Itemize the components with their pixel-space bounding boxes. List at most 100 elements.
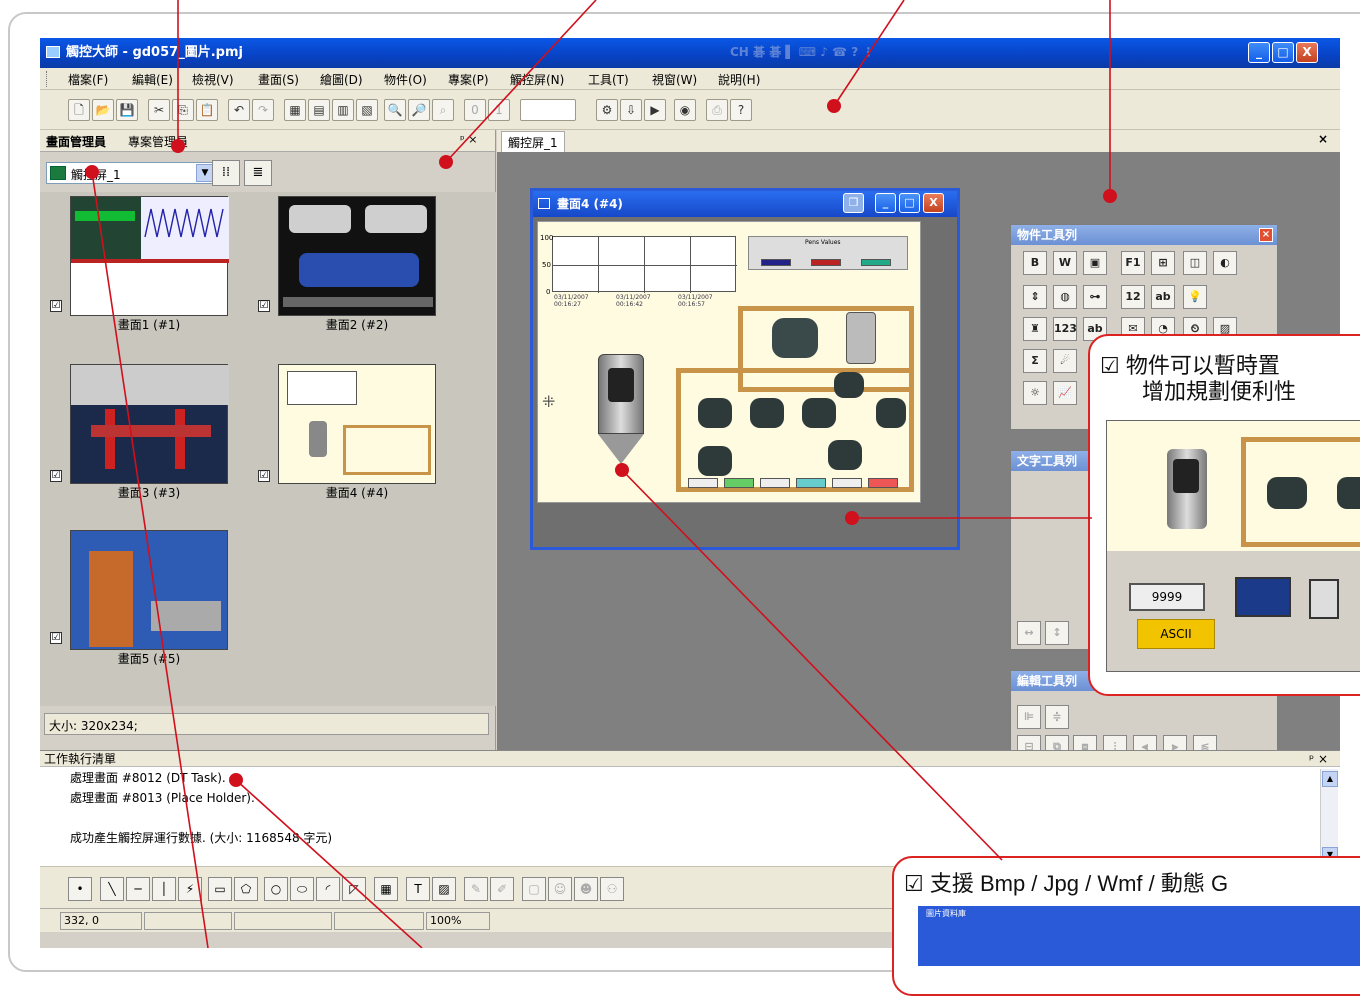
copy-icon[interactable]: ⎘ xyxy=(172,99,194,121)
maximize-button[interactable]: □ xyxy=(1272,42,1294,63)
tank[interactable] xyxy=(846,312,876,364)
title-bar[interactable]: 觸控大師 - gd057_圖片.pmj CH 碁 碁 ▌ ⌨ ♪ ☎ ? ⋮ _… xyxy=(40,38,1340,68)
zoom-reset-icon[interactable]: ⌕ xyxy=(432,99,454,121)
pens-values-box[interactable]: Pens Values xyxy=(748,236,908,270)
output-scrollbar[interactable]: ▲ ▼ xyxy=(1320,769,1338,865)
list-view-icon[interactable]: ≣ xyxy=(244,160,272,186)
vertical-align-icon[interactable]: ↕ xyxy=(1045,621,1069,645)
picture-tool-icon[interactable]: ▨ xyxy=(432,877,456,901)
menu-object[interactable]: 物件(O) xyxy=(384,71,427,88)
copy-screen-icon[interactable]: ▤ xyxy=(308,99,330,121)
menu-view[interactable]: 檢視(V) xyxy=(192,71,234,88)
print-icon[interactable]: ⎙ xyxy=(706,99,728,121)
compile-icon[interactable]: ⚙ xyxy=(596,99,618,121)
undo-icon[interactable]: ↶ xyxy=(228,99,250,121)
motor[interactable] xyxy=(876,398,906,428)
sum-icon[interactable]: Σ xyxy=(1023,349,1047,373)
thumbnail-view-icon[interactable]: ⁞⁞ xyxy=(212,160,240,186)
menu-draw[interactable]: 繪圖(D) xyxy=(320,71,363,88)
state-on-icon[interactable]: 1 xyxy=(488,99,510,121)
up-down-icon[interactable]: ⇕ xyxy=(1023,285,1047,309)
minimize-child-button[interactable]: _ xyxy=(875,193,896,213)
grid-tool-icon[interactable]: ▦ xyxy=(374,877,398,901)
motor[interactable] xyxy=(698,398,732,428)
motor[interactable] xyxy=(834,372,864,398)
polygon-tool-icon[interactable]: ⬠ xyxy=(234,877,258,901)
menu-tools[interactable]: 工具(T) xyxy=(588,71,629,88)
close-child-button[interactable]: X xyxy=(923,193,944,213)
user-tool-icon[interactable]: ☺ xyxy=(548,877,572,901)
close-button[interactable]: X xyxy=(1296,42,1318,63)
add-screen-icon[interactable]: ▦ xyxy=(284,99,306,121)
arc-tool-icon[interactable]: ◜ xyxy=(316,877,340,901)
trend-icon[interactable]: 📈 xyxy=(1053,381,1077,405)
touch-panel-select[interactable]: 觸控屏_1 ▼ xyxy=(46,162,216,184)
child-title-bar[interactable]: 畫面4 (#4) ❐ _ □ X xyxy=(533,191,957,217)
horizontal-align-icon[interactable]: ↔ xyxy=(1017,621,1041,645)
function-key-icon[interactable]: F1 xyxy=(1121,251,1145,275)
pin-close-icon[interactable]: ᵖ × xyxy=(460,133,477,146)
screen-thumb-3[interactable] xyxy=(70,364,229,484)
pin-close-icon[interactable]: ᵖ × xyxy=(1309,751,1328,767)
vline-tool-icon[interactable]: │ xyxy=(152,877,176,901)
selector-icon[interactable]: ⊶ xyxy=(1083,285,1107,309)
recipe-icon[interactable]: ♜ xyxy=(1023,317,1047,341)
lamp-switch-icon[interactable]: ◍ xyxy=(1053,285,1077,309)
motor[interactable] xyxy=(828,440,862,470)
rectangle-tool-icon[interactable]: ▭ xyxy=(208,877,232,901)
checkbox-icon[interactable]: ☑ xyxy=(258,300,270,312)
animation-icon[interactable]: ☄ xyxy=(1053,349,1077,373)
ellipse-tool-icon[interactable]: ⬭ xyxy=(290,877,314,901)
download-icon[interactable]: ⇩ xyxy=(620,99,642,121)
group-users-icon[interactable]: ⚇ xyxy=(600,877,624,901)
grip-handle[interactable] xyxy=(46,71,49,87)
help-icon[interactable]: ? xyxy=(730,99,752,121)
new-file-icon[interactable]: 🗋 xyxy=(68,99,90,121)
line-tool-icon[interactable]: ╲ xyxy=(100,877,124,901)
checkbox-icon[interactable]: ☑ xyxy=(50,632,62,644)
zoom-in-icon[interactable]: 🔍 xyxy=(384,99,406,121)
grid-object-icon[interactable]: ⊞ xyxy=(1151,251,1175,275)
knob-object-icon[interactable]: ◐ xyxy=(1213,251,1237,275)
open-folder-icon[interactable]: 📂 xyxy=(92,99,114,121)
screen-thumb-1[interactable] xyxy=(70,196,229,316)
text-display-icon[interactable]: ab xyxy=(1151,285,1175,309)
frame-tool-icon[interactable]: ▢ xyxy=(522,877,546,901)
paste-icon[interactable]: 📋 xyxy=(196,99,218,121)
tab-touch-panel-1[interactable]: 觸控屏_1 xyxy=(501,131,565,152)
screen-canvas[interactable]: 100 50 0 03/11/2007 00:16:27 03/11/2007 … xyxy=(537,221,921,503)
simulate-icon[interactable]: ◉ xyxy=(674,99,696,121)
cut-icon[interactable]: ✂ xyxy=(148,99,170,121)
screen-4-window[interactable]: 畫面4 (#4) ❐ _ □ X 100 50 0 03/11/2007 00:… xyxy=(530,188,960,550)
minimize-button[interactable]: _ xyxy=(1248,42,1270,63)
word-button-icon[interactable]: W xyxy=(1053,251,1077,275)
numeric-display-icon[interactable]: 12 xyxy=(1121,285,1145,309)
close-tab-icon[interactable]: × xyxy=(1318,132,1328,146)
ime-toolbar[interactable]: CH 碁 碁 ▌ ⌨ ♪ ☎ ? ⋮ xyxy=(730,42,874,62)
polyline-tool-icon[interactable]: ⚡ xyxy=(178,877,202,901)
close-icon[interactable]: × xyxy=(1259,228,1273,242)
restore-icon[interactable]: ❐ xyxy=(843,193,864,213)
screen-list-icon[interactable]: ▧ xyxy=(356,99,378,121)
screen-thumb-4[interactable] xyxy=(278,364,436,484)
dot-tool-icon[interactable]: • xyxy=(68,877,92,901)
checkbox-icon[interactable]: ☑ xyxy=(258,470,270,482)
state-combo[interactable] xyxy=(520,99,576,121)
gauge-icon[interactable]: ☼ xyxy=(1023,381,1047,405)
menu-touch-panel[interactable]: 觸控屏(N) xyxy=(510,71,564,88)
pen-tool-icon[interactable]: ✎ xyxy=(464,877,488,901)
motor[interactable] xyxy=(698,446,732,476)
bulb-icon[interactable]: 💡 xyxy=(1183,285,1207,309)
slider-object-icon[interactable]: ◫ xyxy=(1183,251,1207,275)
screen-button-icon[interactable]: ▣ xyxy=(1083,251,1107,275)
motor[interactable] xyxy=(750,398,784,428)
bit-button-icon[interactable]: B xyxy=(1023,251,1047,275)
hline-tool-icon[interactable]: ─ xyxy=(126,877,150,901)
align-left-icon[interactable]: ⊫ xyxy=(1017,705,1041,729)
checkbox-icon[interactable]: ☑ xyxy=(50,470,62,482)
checkbox-icon[interactable]: ☑ xyxy=(50,300,62,312)
users-tool-icon[interactable]: ☻ xyxy=(574,877,598,901)
menu-edit[interactable]: 編輯(E) xyxy=(132,71,173,88)
sector-tool-icon[interactable]: ◸ xyxy=(342,877,366,901)
state-off-icon[interactable]: 0 xyxy=(464,99,486,121)
